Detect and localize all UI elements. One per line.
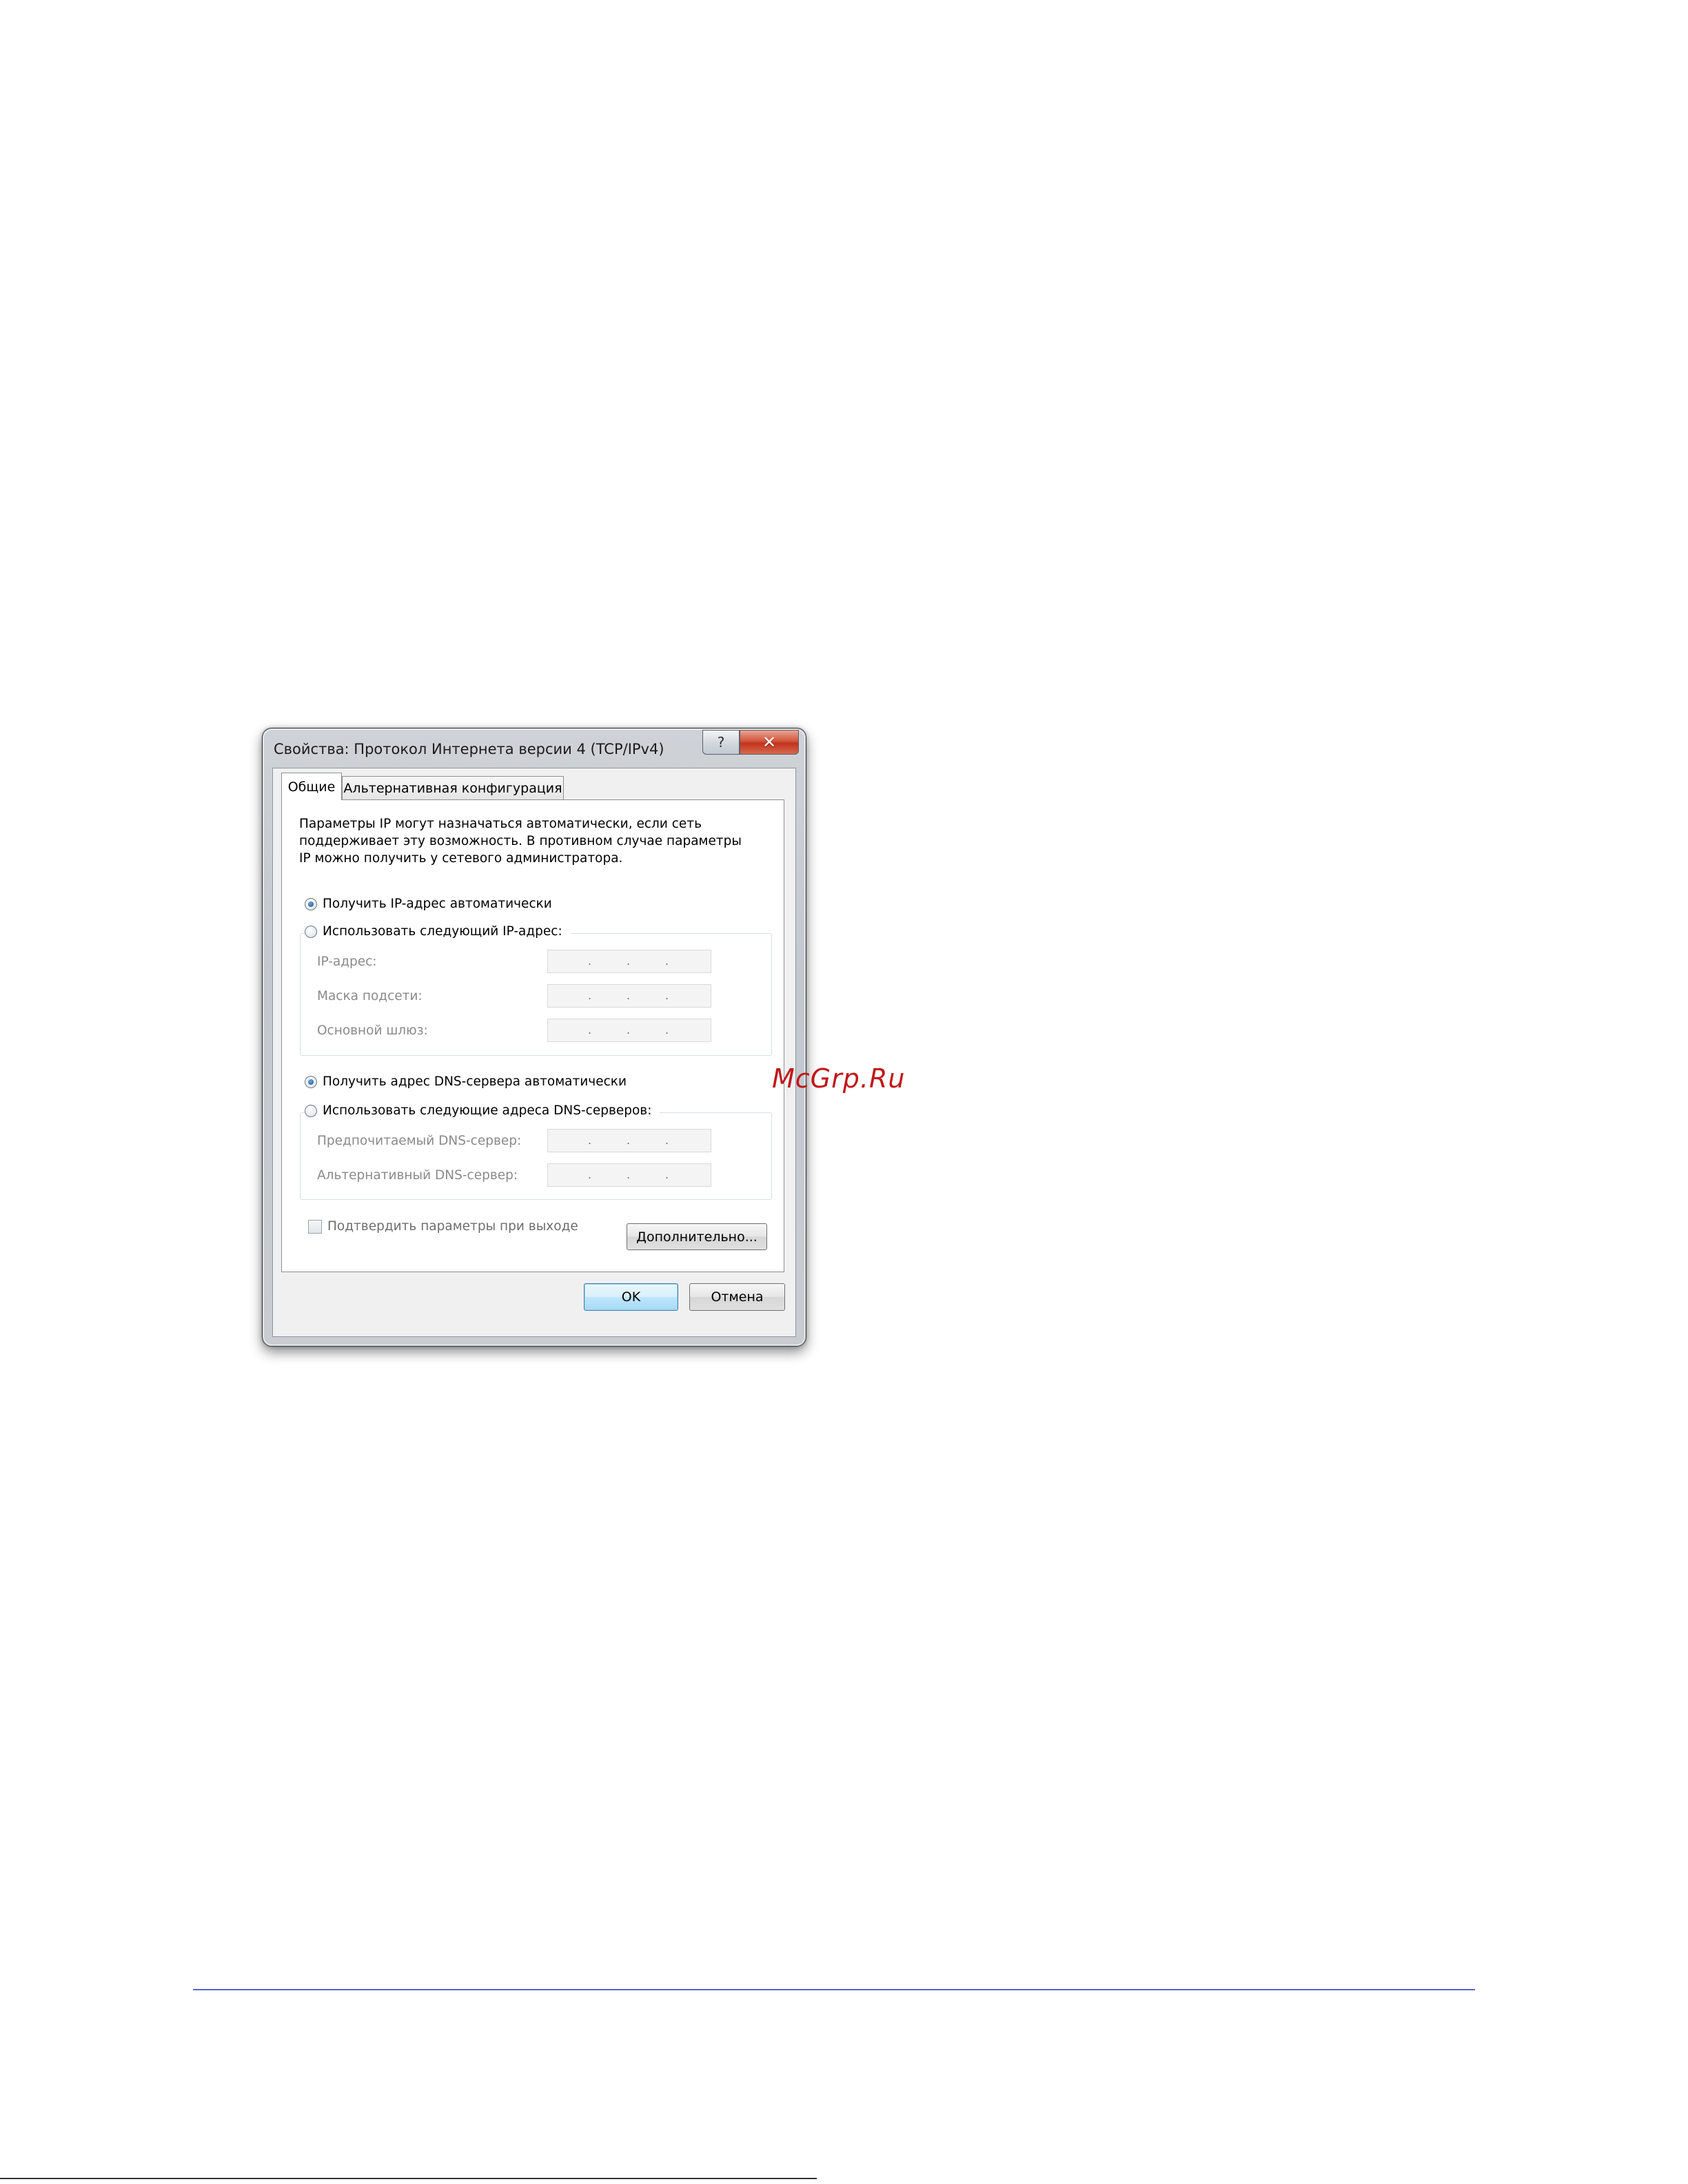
octet-separator: . (627, 1023, 631, 1037)
dns-auto-option[interactable]: Получить адрес DNS-сервера автоматически (305, 1074, 627, 1089)
octet-separator: . (627, 955, 631, 968)
tcpip-properties-dialog: Свойства: Протокол Интернета версии 4 (T… (262, 728, 806, 1347)
advanced-button[interactable]: Дополнительно... (627, 1223, 767, 1250)
ip-auto-label: Получить IP-адрес автоматически (323, 897, 552, 911)
description-line: Параметры IP могут назначаться автоматич… (299, 817, 702, 831)
octet-separator: . (588, 1134, 592, 1147)
ip-manual-option[interactable]: Использовать следующий IP-адрес: (305, 924, 571, 939)
octet-separator: . (588, 1023, 592, 1037)
ip-address-row: IP-адрес: . . . (317, 950, 711, 973)
validate-on-exit-checkbox[interactable] (308, 1219, 322, 1234)
ip-address-label: IP-адрес: (317, 954, 377, 969)
octet-separator: . (627, 989, 631, 1002)
subnet-mask-row: Маска подсети: . . . (317, 984, 711, 1008)
ip-manual-radio[interactable] (305, 925, 317, 938)
radio-selected-dot (308, 1079, 314, 1085)
default-gateway-input[interactable]: . . . (547, 1019, 711, 1042)
close-button[interactable]: ✕ (740, 730, 799, 755)
cancel-button[interactable]: Отмена (689, 1283, 785, 1311)
octet-separator: . (665, 1168, 669, 1181)
alternate-dns-row: Альтернативный DNS-сервер: . . . (317, 1163, 711, 1187)
dialog-client-area: Общие Альтернативная конфигурация Параме… (272, 768, 796, 1337)
ip-address-input[interactable]: . . . (547, 950, 711, 973)
ip-auto-option[interactable]: Получить IP-адрес автоматически (305, 897, 552, 911)
tab-alternate-configuration[interactable]: Альтернативная конфигурация (342, 776, 564, 800)
validate-on-exit-option[interactable]: Подтвердить параметры при выходе (308, 1219, 578, 1234)
validate-on-exit-label: Подтвердить параметры при выходе (327, 1219, 578, 1234)
description-text: Параметры IP могут назначаться автоматич… (299, 815, 754, 867)
tab-general[interactable]: Общие (281, 773, 342, 800)
preferred-dns-input[interactable]: . . . (547, 1129, 711, 1152)
close-icon: ✕ (762, 733, 777, 752)
alternate-dns-input[interactable]: . . . (547, 1163, 711, 1187)
description-line: поддерживает эту возможность. В противно… (299, 834, 742, 848)
octet-separator: . (588, 1168, 592, 1181)
octet-separator: . (665, 1134, 669, 1147)
dns-auto-radio[interactable] (305, 1075, 317, 1088)
page-edge-rule (0, 2178, 817, 2179)
subnet-mask-label: Маска подсети: (317, 988, 423, 1003)
default-gateway-label: Основной шлюз: (317, 1023, 428, 1038)
octet-separator: . (665, 955, 669, 968)
ip-auto-radio[interactable] (305, 897, 317, 910)
ip-manual-label: Использовать следующий IP-адрес: (323, 924, 562, 939)
dns-manual-label: Использовать следующие адреса DNS-сервер… (323, 1103, 652, 1118)
octet-separator: . (665, 989, 669, 1002)
help-icon: ? (717, 734, 725, 751)
dns-manual-option[interactable]: Использовать следующие адреса DNS-сервер… (305, 1103, 660, 1118)
octet-separator: . (627, 1168, 631, 1181)
octet-separator: . (588, 989, 592, 1002)
dialog-title: Свойства: Протокол Интернета версии 4 (T… (274, 741, 664, 757)
ok-button[interactable]: OK (584, 1283, 678, 1311)
alternate-dns-label: Альтернативный DNS-сервер: (317, 1167, 518, 1183)
preferred-dns-label: Предпочитаемый DNS-сервер: (317, 1133, 522, 1148)
radio-selected-dot (308, 901, 314, 907)
octet-separator: . (665, 1023, 669, 1037)
description-line: IP можно получить у сетевого администрат… (299, 851, 623, 866)
preferred-dns-row: Предпочитаемый DNS-сервер: . . . (317, 1129, 711, 1152)
help-button[interactable]: ? (702, 730, 740, 755)
default-gateway-row: Основной шлюз: . . . (317, 1019, 711, 1042)
watermark: McGrp.Ru (772, 1063, 906, 1094)
octet-separator: . (627, 1134, 631, 1147)
dns-manual-radio[interactable] (305, 1104, 317, 1117)
dns-auto-label: Получить адрес DNS-сервера автоматически (323, 1074, 627, 1089)
tab-panel-general: Параметры IP могут назначаться автоматич… (281, 799, 784, 1272)
octet-separator: . (588, 955, 592, 968)
footer-rule (193, 1989, 1475, 1990)
subnet-mask-input[interactable]: . . . (547, 984, 711, 1008)
